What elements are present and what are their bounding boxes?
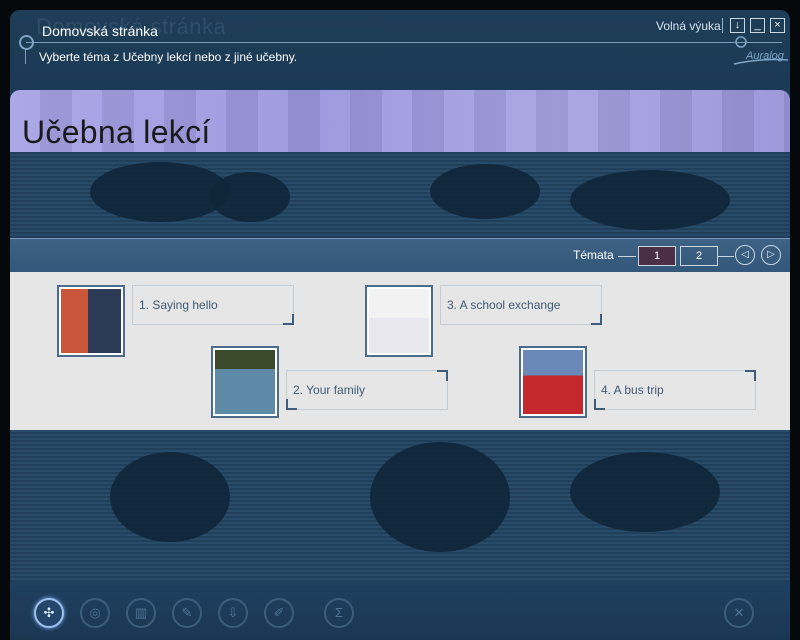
topics-line — [618, 256, 636, 257]
mode-label[interactable]: Volná výuka — [656, 19, 721, 33]
photo-banner: Učebna lekcí — [10, 90, 790, 152]
card-corner — [745, 370, 756, 381]
page-button-1[interactable]: 1 — [638, 246, 676, 266]
map-continent — [210, 172, 290, 222]
tool-6-icon[interactable]: ✐ — [264, 598, 294, 628]
tool-5-icon[interactable]: ⇩ — [218, 598, 248, 628]
topics-label: Témata — [573, 248, 614, 262]
instruction-text: Vyberte téma z Učebny lekcí nebo z jiné … — [39, 50, 298, 64]
tool-3-icon[interactable]: ▥ — [126, 598, 156, 628]
header-ring-icon — [19, 35, 34, 50]
header-connector — [25, 48, 26, 64]
close-button[interactable]: × — [770, 18, 785, 33]
lesson-1-label: 1. Saying hello — [139, 298, 218, 312]
map-continent — [110, 452, 230, 542]
lessons-tool-icon[interactable]: ✣ — [34, 598, 64, 628]
prev-page-icon[interactable]: ◁ — [735, 245, 755, 265]
handshake-photo-icon — [61, 289, 121, 353]
lesson-4-thumbnail[interactable] — [519, 346, 587, 418]
map-continent — [370, 442, 510, 552]
card-corner — [594, 399, 605, 410]
lesson-4-card[interactable]: 4. A bus trip — [594, 370, 756, 410]
bottom-toolbar: ✣ ◎ ▥ ✎ ⇩ ✐ Σ ✕ — [10, 582, 790, 640]
lesson-4-label: 4. A bus trip — [601, 383, 664, 397]
tool-2-icon[interactable]: ◎ — [80, 598, 110, 628]
minimize-button[interactable]: _ — [750, 18, 765, 33]
map-continent — [430, 164, 540, 219]
lesson-1-thumbnail[interactable] — [57, 285, 125, 357]
map-continent — [90, 162, 230, 222]
card-corner — [283, 314, 294, 325]
map-continent — [570, 170, 730, 230]
window-title: Domovská stránka — [42, 23, 158, 39]
lesson-3-thumbnail[interactable] — [365, 285, 433, 357]
topics-line — [718, 256, 734, 257]
lesson-2-thumbnail[interactable] — [211, 346, 279, 418]
card-corner — [286, 399, 297, 410]
family-photo-icon — [215, 350, 275, 414]
section-title: Učebna lekcí — [22, 114, 211, 150]
exit-tool-icon[interactable]: ✕ — [724, 598, 754, 628]
page-button-2[interactable]: 2 — [680, 246, 718, 266]
tool-7-icon[interactable]: Σ — [324, 598, 354, 628]
lesson-1-card[interactable]: 1. Saying hello — [132, 285, 294, 325]
lessons-panel: 1. Saying hello 3. A school exchange 2. … — [10, 272, 790, 430]
window-header: Domovská stránka Domovská stránka Vybert… — [10, 10, 790, 90]
app-window: Domovská stránka Domovská stránka Vybert… — [10, 10, 790, 640]
london-bus-photo-icon — [523, 350, 583, 414]
logo-text: Auralog — [746, 50, 784, 62]
map-continent — [570, 452, 720, 532]
student-photo-icon — [369, 289, 429, 353]
next-page-icon[interactable]: ▷ — [761, 245, 781, 265]
tool-4-icon[interactable]: ✎ — [172, 598, 202, 628]
card-corner — [437, 370, 448, 381]
topics-bar: Témata 1 2 ◁ ▷ — [10, 238, 790, 274]
lesson-2-card[interactable]: 2. Your family — [286, 370, 448, 410]
mode-separator — [722, 18, 723, 33]
lesson-3-label: 3. A school exchange — [447, 298, 561, 312]
lesson-2-label: 2. Your family — [293, 383, 366, 397]
header-divider — [26, 42, 782, 43]
download-button[interactable]: ↓ — [730, 18, 745, 33]
card-corner — [591, 314, 602, 325]
lesson-3-card[interactable]: 3. A school exchange — [440, 285, 602, 325]
